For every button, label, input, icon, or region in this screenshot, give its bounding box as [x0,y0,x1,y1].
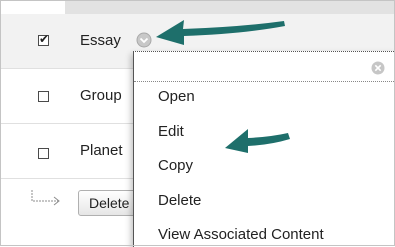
menu-item-copy[interactable]: Copy [158,157,193,174]
menu-item-open[interactable]: Open [158,88,195,105]
row-label-group[interactable]: Group [80,87,122,104]
row-checkbox[interactable] [38,148,49,159]
annotation-arrow-icon [156,20,285,45]
row-label-essay[interactable]: Essay [80,32,121,49]
checkmark-icon: ✔ [39,32,50,46]
menu-item-view-associated-content[interactable]: View Associated Content [158,226,324,243]
menu-item-edit[interactable]: Edit [158,123,184,140]
menu-item-delete[interactable]: Delete [158,192,201,209]
connector-arrow-icon [31,190,60,206]
row-checkbox[interactable] [38,91,49,102]
row-checkbox[interactable]: ✔ [38,32,50,46]
close-icon[interactable] [370,60,386,76]
delete-button-label: Delete [89,195,130,211]
row-label-planet[interactable]: Planet [80,142,123,159]
menu-divider [134,81,395,82]
annotation-arrow-icon [225,129,290,153]
